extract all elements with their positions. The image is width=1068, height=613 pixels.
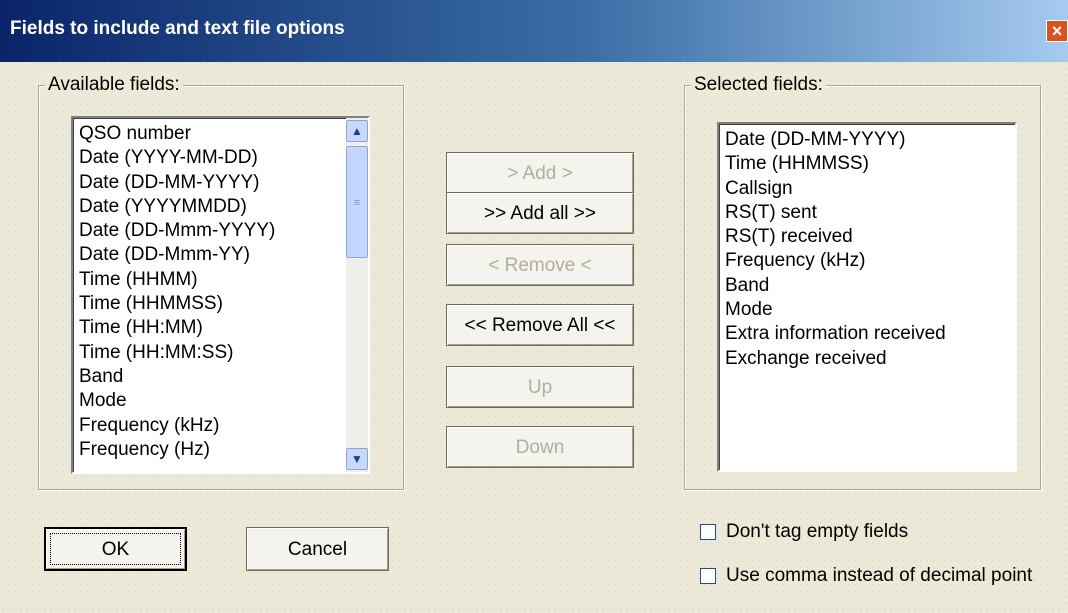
list-item[interactable]: Time (HH:MM) [79,316,275,340]
list-item[interactable]: Mode [725,298,946,322]
add-all-button[interactable]: >> Add all >> [446,192,634,234]
cancel-button[interactable]: Cancel [246,527,389,571]
scroll-down-icon[interactable]: ▼ [346,448,368,470]
list-item[interactable]: Callsign [725,177,946,201]
ok-button-label: OK [101,539,130,560]
list-item[interactable]: Date (DD-MM-YYYY) [725,128,946,152]
thumb-grip-icon: ≡ [353,197,361,209]
scroll-thumb[interactable]: ≡ [346,146,368,258]
list-item[interactable]: Time (HH:MM:SS) [79,341,275,365]
list-item[interactable]: Time (HHMMSS) [725,152,946,176]
down-button[interactable]: Down [446,426,634,468]
list-item[interactable]: Time (HHMM) [79,268,275,292]
list-item[interactable]: Time (HHMMSS) [79,292,275,316]
list-item[interactable]: RS(T) received [725,225,946,249]
list-item[interactable]: Band [79,365,275,389]
available-fields-label: Available fields: [45,74,183,96]
cancel-button-label: Cancel [287,539,348,560]
list-item[interactable]: Date (YYYY-MM-DD) [79,146,275,170]
dialog-window: Fields to include and text file options … [0,0,1068,613]
selected-fields-label: Selected fields: [691,74,826,96]
list-item[interactable]: Date (DD-Mmm-YYYY) [79,219,275,243]
list-item[interactable]: Frequency (Hz) [79,438,275,462]
available-fields-list[interactable]: QSO number Date (YYYY-MM-DD) Date (DD-MM-Y… [71,116,370,474]
up-button-label: Up [527,377,553,398]
list-item[interactable]: Frequency (kHz) [79,414,275,438]
list-item[interactable]: Frequency (kHz) [725,249,946,273]
dialog-title: Fields to include and text file options [10,18,345,39]
no-tag-empty-label[interactable]: Don't tag empty fields [726,521,908,543]
list-item[interactable]: QSO number [79,122,275,146]
use-comma-label[interactable]: Use comma instead of decimal point [726,565,1032,587]
available-fields-group: Available fields: QSO number Date (YYYY-M… [38,74,404,490]
list-item[interactable]: RS(T) sent [725,201,946,225]
title-bar[interactable]: Fields to include and text file options … [0,0,1068,62]
remove-all-button[interactable]: << Remove All << [446,304,634,346]
selected-fields-list[interactable]: Date (DD-MM-YYYY) Time (HHMMSS) Callsign RS… [717,122,1017,472]
remove-button-label: < Remove < [488,255,592,276]
close-icon[interactable]: × [1046,20,1068,42]
list-item[interactable]: Mode [79,389,275,413]
list-item[interactable]: Date (DD-MM-YYYY) [79,171,275,195]
list-item[interactable]: Extra information received [725,322,946,346]
up-button[interactable]: Up [446,366,634,408]
remove-button[interactable]: < Remove < [446,244,634,286]
available-fields-scrollbar[interactable]: ▲ ≡ ▼ [346,118,368,472]
add-all-button-label: >> Add all >> [484,203,596,224]
use-comma-checkbox[interactable] [700,568,716,584]
list-item[interactable]: Exchange received [725,347,946,371]
add-button[interactable]: > Add > [446,152,634,194]
down-button-label: Down [515,437,565,458]
list-item[interactable]: Date (YYYYMMDD) [79,195,275,219]
add-button-label: > Add > [507,163,573,184]
list-item[interactable]: Band [725,274,946,298]
remove-all-button-label: << Remove All << [464,315,616,336]
no-tag-empty-checkbox[interactable] [700,524,716,540]
list-item[interactable]: Date (DD-Mmm-YY) [79,243,275,267]
ok-button[interactable]: OK [44,527,187,571]
scroll-up-icon[interactable]: ▲ [346,120,368,142]
selected-fields-group: Selected fields: Date (DD-MM-YYYY) Time (… [684,74,1041,490]
